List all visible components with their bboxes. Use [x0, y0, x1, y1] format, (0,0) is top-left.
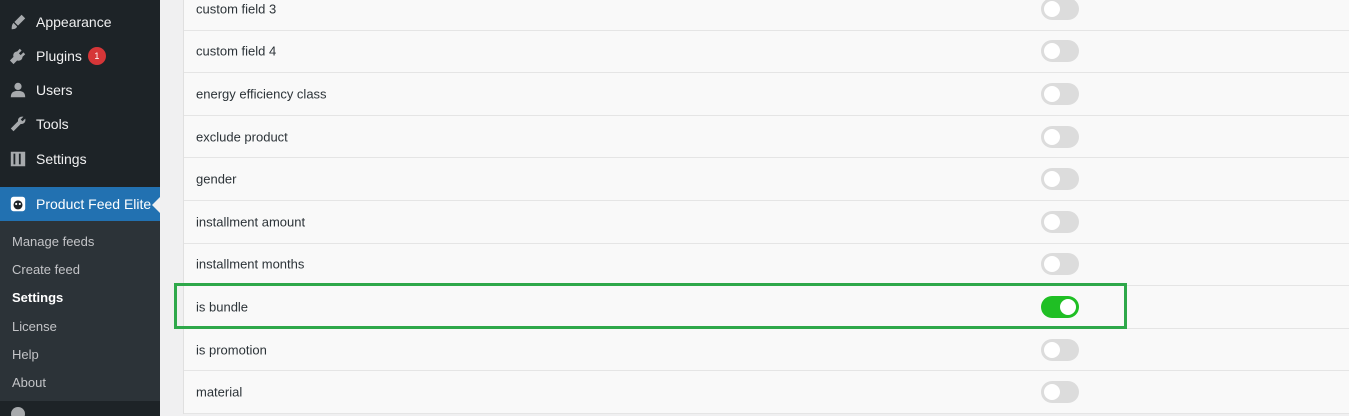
submenu-item-help[interactable]: Help	[12, 347, 39, 362]
partial-icon	[11, 407, 25, 416]
toggle-knob	[1044, 128, 1060, 145]
field-label: energy efficiency class	[196, 86, 327, 102]
menu-item-label: Settings	[36, 151, 87, 167]
sliders-icon	[0, 150, 36, 168]
admin-sidebar: Appearance Plugins 1 Users Tools Setting…	[0, 0, 160, 416]
toggle-knob	[1044, 256, 1060, 273]
field-label: is bundle	[196, 299, 249, 315]
field-row: installment amount	[184, 200, 1349, 244]
menu-item-label: Product Feed Elite	[36, 196, 152, 212]
submenu-item-settings[interactable]: Settings	[12, 290, 63, 305]
user-icon	[0, 81, 36, 99]
field-row: energy efficiency class	[184, 73, 1349, 116]
menu-item-settings[interactable]: Settings	[0, 142, 160, 176]
field-label: exclude product	[196, 129, 288, 145]
current-menu-arrow	[152, 197, 160, 213]
menu-item-cutoff	[0, 404, 160, 416]
wrench-icon	[0, 115, 36, 133]
field-label: custom field 4	[196, 43, 277, 59]
submenu-item-license[interactable]: License	[12, 319, 57, 334]
plugin-logo-icon	[0, 195, 36, 213]
update-count-badge: 1	[87, 47, 106, 65]
paint-brush-icon	[0, 13, 36, 31]
toggle-knob	[1044, 43, 1060, 60]
field-row: is bundle	[184, 286, 1349, 329]
toggle-knob	[1044, 171, 1060, 188]
field-label: material	[196, 384, 243, 400]
menu-item-appearance[interactable]: Appearance	[0, 5, 160, 39]
field-toggle[interactable]	[1041, 40, 1079, 63]
toggle-knob	[1060, 298, 1076, 315]
menu-item-tools[interactable]: Tools	[0, 107, 160, 141]
toggle-knob	[1044, 384, 1060, 401]
menu-item-users[interactable]: Users	[0, 73, 160, 107]
menu-item-label: Tools	[36, 116, 69, 132]
toggle-knob	[1044, 0, 1060, 17]
field-toggle[interactable]	[1041, 381, 1079, 404]
toggle-knob	[1044, 341, 1060, 358]
field-toggle[interactable]	[1041, 253, 1079, 276]
field-row: exclude product	[184, 115, 1349, 159]
menu-item-product-feed-elite[interactable]: Product Feed Elite	[0, 187, 160, 221]
field-label: installment months	[196, 256, 305, 272]
field-toggle-table: custom field 3 custom field 4 energy effic…	[183, 0, 1349, 414]
menu-item-plugins[interactable]: Plugins 1	[0, 39, 160, 73]
field-row: is promotion	[184, 328, 1349, 372]
submenu-item-create-feed[interactable]: Create feed	[12, 262, 80, 277]
menu-item-label: Plugins	[36, 48, 82, 64]
field-row: installment months	[184, 243, 1349, 287]
field-row: custom field 3	[184, 0, 1349, 31]
submenu-item-manage-feeds[interactable]: Manage feeds	[12, 234, 94, 249]
toggle-knob	[1044, 213, 1060, 230]
field-label: custom field 3	[196, 1, 277, 17]
field-toggle[interactable]	[1041, 295, 1079, 318]
field-toggle[interactable]	[1041, 125, 1079, 148]
field-toggle[interactable]	[1041, 168, 1079, 191]
field-row: material	[184, 371, 1349, 414]
plug-icon	[0, 47, 36, 65]
field-toggle[interactable]	[1041, 0, 1079, 20]
field-row: gender	[184, 158, 1349, 201]
menu-item-label: Appearance	[36, 14, 112, 30]
field-label: gender	[196, 171, 237, 187]
field-toggle[interactable]	[1041, 82, 1079, 105]
field-row: custom field 4	[184, 30, 1349, 74]
field-toggle[interactable]	[1041, 210, 1079, 233]
field-label: installment amount	[196, 214, 306, 230]
field-label: is promotion	[196, 342, 267, 358]
settings-content: custom field 3 custom field 4 energy effic…	[160, 0, 1349, 416]
field-toggle[interactable]	[1041, 338, 1079, 361]
menu-item-label: Users	[36, 82, 73, 98]
submenu-item-about[interactable]: About	[12, 375, 46, 390]
plugin-submenu: Manage feeds Create feed Settings Licens…	[0, 221, 160, 401]
toggle-knob	[1044, 85, 1060, 102]
